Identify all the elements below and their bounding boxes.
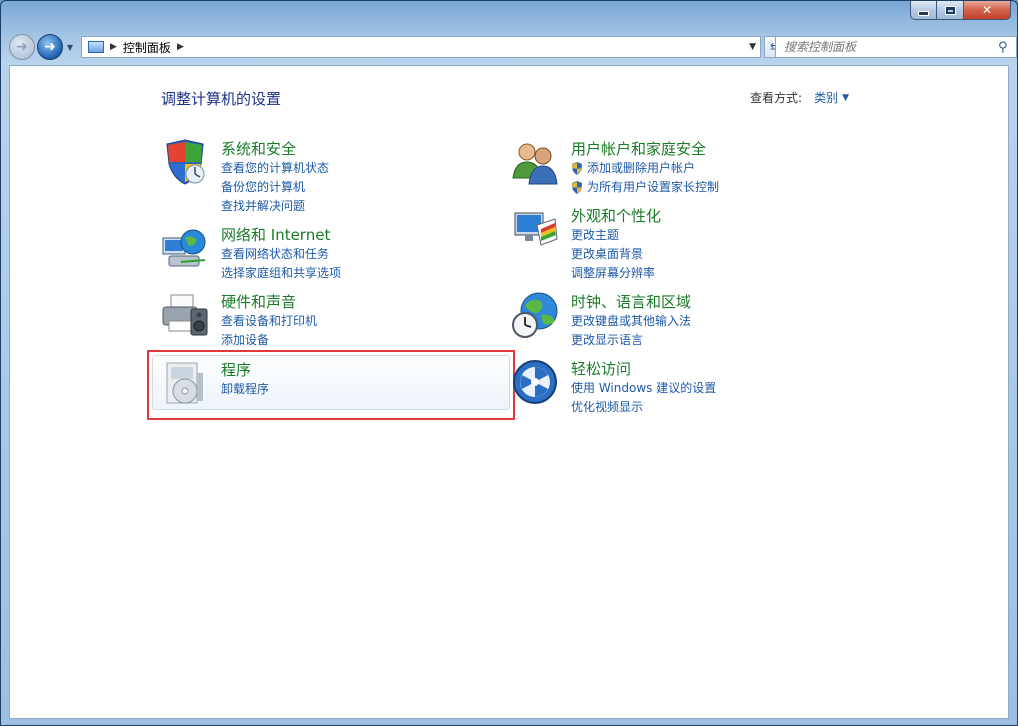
breadcrumb-separator-icon[interactable]: ▶	[110, 42, 117, 52]
category-title[interactable]: 网络和 Internet	[221, 224, 330, 245]
category-title[interactable]: 硬件和声音	[221, 291, 296, 312]
search-box[interactable]: ⚲	[775, 36, 1017, 58]
link-add-device[interactable]: 添加设备	[221, 331, 317, 350]
search-icon[interactable]: ⚲	[998, 40, 1016, 55]
forward-arrow-icon: ➜	[44, 39, 56, 55]
category-links: 卸载程序	[221, 380, 269, 399]
category-title[interactable]: 系统和安全	[221, 138, 296, 159]
link-label[interactable]: 添加或删除用户帐户	[587, 159, 695, 178]
navigation-bar: ➜ ➜ ▼ ▶ 控制面板 ▶ ▼ ⇆ ⚲	[9, 33, 1017, 61]
category-links: 查看设备和打印机 添加设备	[221, 312, 317, 350]
link-view-network-status[interactable]: 查看网络状态和任务	[221, 245, 341, 264]
back-button[interactable]: ➜	[9, 34, 35, 60]
link-parental-controls[interactable]: 为所有用户设置家长控制	[571, 178, 719, 197]
clock-globe-icon	[511, 291, 559, 339]
link-change-display-language[interactable]: 更改显示语言	[571, 331, 691, 350]
breadcrumb-separator-icon[interactable]: ▶	[177, 42, 184, 52]
view-by: 查看方式: 类别 ▼	[750, 89, 849, 106]
users-icon	[511, 138, 559, 186]
category-title[interactable]: 用户帐户和家庭安全	[571, 138, 706, 159]
ease-of-access-icon	[511, 358, 559, 406]
category-title[interactable]: 外观和个性化	[571, 205, 661, 226]
shield-icon	[161, 138, 209, 186]
uac-shield-icon	[572, 181, 582, 194]
chevron-down-icon[interactable]: ▼	[842, 93, 849, 103]
uac-shield-icon	[572, 162, 582, 175]
page-title: 调整计算机的设置	[161, 90, 282, 108]
link-view-computer-status[interactable]: 查看您的计算机状态	[221, 159, 329, 178]
link-add-remove-accounts[interactable]: 添加或删除用户帐户	[571, 159, 719, 178]
link-homegroup-sharing[interactable]: 选择家庭组和共享选项	[221, 264, 341, 283]
category-links: 更改键盘或其他输入法 更改显示语言	[571, 312, 691, 350]
link-backup-computer[interactable]: 备份您的计算机	[221, 178, 329, 197]
link-label[interactable]: 为所有用户设置家长控制	[587, 178, 719, 197]
programs-disc-icon	[161, 359, 209, 407]
category-title[interactable]: 轻松访问	[571, 358, 631, 379]
search-input[interactable]	[776, 39, 998, 55]
control-panel-window: ✕ ➜ ➜ ▼ ▶ 控制面板 ▶ ▼ ⇆ ⚲ 调整计算机的设置 查看方式: 类别…	[0, 0, 1018, 726]
category-links: 使用 Windows 建议的设置 优化视频显示	[571, 379, 716, 417]
category-title[interactable]: 时钟、语言和区域	[571, 291, 691, 312]
category-links: 查看网络状态和任务 选择家庭组和共享选项	[221, 245, 341, 283]
caption-buttons: ✕	[910, 1, 1011, 20]
printer-speaker-icon	[161, 291, 209, 339]
content-area: 调整计算机的设置 查看方式: 类别 ▼ 系统和安全 查看您的计算机状态 备份您的…	[9, 65, 1009, 719]
address-dropdown-icon[interactable]: ▼	[749, 42, 756, 52]
control-panel-icon	[88, 41, 104, 53]
network-globe-icon	[161, 224, 209, 272]
monitor-palette-icon	[511, 205, 559, 253]
maximize-icon	[944, 5, 956, 15]
view-by-label: 查看方式:	[750, 91, 803, 105]
breadcrumb-control-panel[interactable]: 控制面板	[123, 39, 171, 56]
link-change-theme[interactable]: 更改主题	[571, 226, 655, 245]
recent-pages-dropdown[interactable]: ▼	[64, 35, 76, 59]
link-uninstall-program[interactable]: 卸载程序	[221, 380, 269, 399]
address-bar[interactable]: ▶ 控制面板 ▶ ▼	[81, 36, 761, 58]
link-windows-recommended-settings[interactable]: 使用 Windows 建议的设置	[571, 379, 716, 398]
forward-button[interactable]: ➜	[37, 34, 63, 60]
maximize-button[interactable]	[937, 1, 964, 20]
minimize-button[interactable]	[910, 1, 937, 20]
link-devices-printers[interactable]: 查看设备和打印机	[221, 312, 317, 331]
link-adjust-resolution[interactable]: 调整屏幕分辨率	[571, 264, 655, 283]
link-troubleshoot[interactable]: 查找并解决问题	[221, 197, 329, 216]
chevron-down-icon: ▼	[66, 42, 74, 52]
view-by-dropdown[interactable]: 类别	[814, 89, 838, 106]
link-optimize-visual-display[interactable]: 优化视频显示	[571, 398, 716, 417]
minimize-icon	[918, 10, 929, 16]
category-links: 更改主题 更改桌面背景 调整屏幕分辨率	[571, 226, 655, 283]
back-arrow-icon: ➜	[16, 39, 28, 55]
link-change-input-method[interactable]: 更改键盘或其他输入法	[571, 312, 691, 331]
category-links: 查看您的计算机状态 备份您的计算机 查找并解决问题	[221, 159, 329, 216]
close-icon: ✕	[981, 3, 993, 17]
close-button[interactable]: ✕	[964, 1, 1011, 20]
category-links: 添加或删除用户帐户 为所有用户设置家长控制	[571, 159, 719, 197]
link-change-desktop-background[interactable]: 更改桌面背景	[571, 245, 655, 264]
category-title[interactable]: 程序	[221, 359, 251, 380]
